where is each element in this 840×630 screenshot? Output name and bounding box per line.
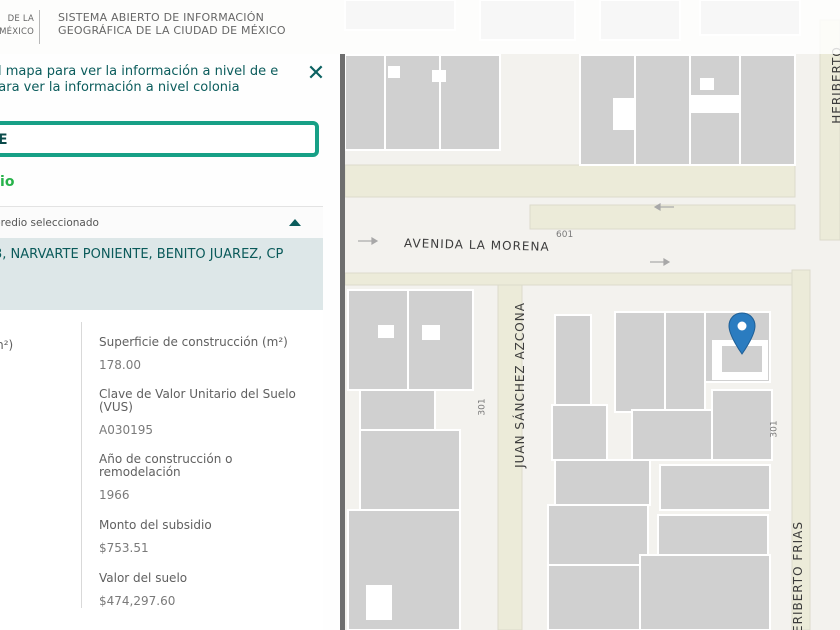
field-value: 178.00 — [99, 358, 141, 372]
field-label: Valor del suelo — [99, 571, 188, 585]
search-input-value: E — [0, 132, 8, 148]
panel-resize-edge[interactable] — [340, 54, 345, 630]
search-input[interactable]: E — [0, 121, 319, 157]
street-number-601: 601 — [556, 230, 574, 240]
field-value: $474,297.60 — [99, 594, 176, 608]
panel-instructions: el mapa para ver la información a nivel … — [0, 64, 279, 95]
header-divider — [39, 10, 40, 44]
field-value: 1966 — [99, 488, 130, 502]
logo-line-1: DE LA — [7, 14, 34, 24]
predio-section-title: predio seleccionado — [0, 217, 99, 229]
address-box: 3, NARVARTE PONIENTE, BENITO JUAREZ, CP — [0, 238, 323, 310]
left-field-fragment: m²) — [0, 338, 14, 352]
street-label-heriberto-frias: HERIBERTO FRIAS — [790, 521, 805, 630]
street-number-301-left: 301 — [477, 398, 488, 416]
field-label: Clave de Valor Unitario del Suelo (VUS) — [99, 387, 296, 414]
predio-details: m²) s Superficie de construcción (m²) 17… — [0, 310, 323, 630]
address-text: 3, NARVARTE PONIENTE, BENITO JUAREZ, CP — [0, 247, 284, 262]
system-title-line-2: GEOGRÁFICA DE LA CIUDAD DE MÉXICO — [58, 24, 286, 37]
street-label-heriberto-top: HERIBERTO — [829, 46, 840, 124]
logo-line-2: MÉXICO — [0, 27, 34, 37]
street-label-juan-sanchez-azcona: JUAN SÁNCHEZ AZCONA — [512, 302, 527, 468]
field-value: $753.51 — [99, 541, 149, 555]
close-icon[interactable]: ✕ — [305, 63, 327, 85]
info-panel: el mapa para ver la información a nivel … — [0, 54, 340, 630]
system-title: SISTEMA ABIERTO DE INFORMACIÓN GEOGRÁFIC… — [58, 11, 286, 37]
logo: DE LA MÉXICO — [0, 13, 34, 39]
app-header: DE LA MÉXICO SISTEMA ABIERTO DE INFORMAC… — [0, 0, 840, 54]
map-pin-icon[interactable] — [727, 312, 757, 356]
column-divider — [81, 322, 82, 608]
system-title-line-1: SISTEMA ABIERTO DE INFORMACIÓN — [58, 11, 265, 24]
mode-label: dio — [0, 174, 15, 190]
field-label: Superficie de construcción (m²) — [99, 335, 288, 349]
field-value: A030195 — [99, 423, 154, 437]
field-label: Monto del subsidio — [99, 518, 212, 532]
predio-section-header[interactable]: predio seleccionado — [0, 206, 323, 238]
street-number-301-right: 301 — [769, 420, 780, 438]
field-label: Año de construcción o remodelación — [99, 452, 233, 479]
chevron-up-icon[interactable] — [289, 219, 301, 226]
